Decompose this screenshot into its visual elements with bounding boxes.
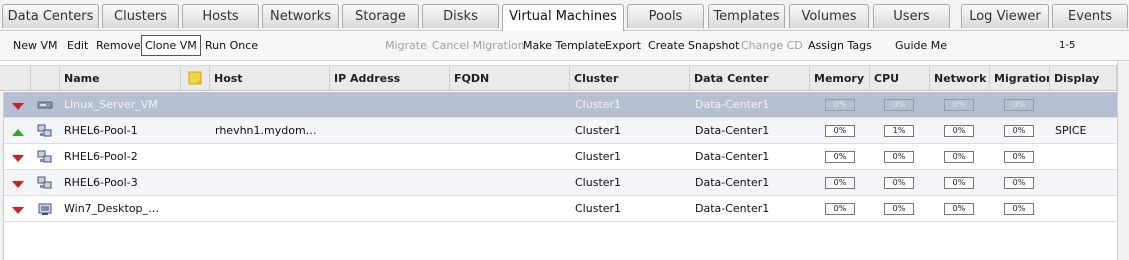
data-center-column-header[interactable]: Data Center	[690, 66, 810, 91]
tab-events[interactable]: Events	[1052, 4, 1128, 28]
tab-hosts[interactable]: Hosts	[182, 4, 259, 28]
data-center-cell: Data-Center1	[695, 124, 770, 137]
tab-networks[interactable]: Networks	[262, 4, 339, 28]
page-range: 1-5	[1059, 40, 1076, 51]
tab-virtual-machines[interactable]: Virtual Machines	[502, 4, 624, 31]
data-center-cell: Data-Center1	[695, 150, 770, 163]
fqdn-column-header[interactable]: FQDN	[450, 66, 570, 91]
cpu-column-header[interactable]: CPU	[870, 66, 930, 91]
network-usage-bar: 0%	[944, 177, 974, 189]
guide-me-button[interactable]: Guide Me	[895, 37, 947, 54]
name-column-header[interactable]: Name	[60, 66, 181, 91]
make-template-button[interactable]: Make Template	[523, 37, 606, 54]
table-row[interactable]: RHEL6-Pool-3 Cluster1 Data-Center1 0% 0% 0% 0%	[4, 170, 1117, 196]
host-cell: rhevhn1.mydom…	[215, 124, 317, 137]
migration-progress-bar: 0%	[1004, 203, 1034, 215]
run-once-button[interactable]: Run Once	[205, 37, 258, 54]
type-column-header[interactable]	[31, 66, 60, 91]
cluster-column-header[interactable]: Cluster	[570, 66, 690, 91]
ip-address-column-header[interactable]: IP Address	[330, 66, 450, 91]
cluster-cell: Cluster1	[575, 98, 622, 111]
display-column-header[interactable]: Display	[1050, 66, 1117, 91]
vm-table-header: Name Host IP Address FQDN Cluster Data C…	[0, 65, 1117, 91]
clone-vm-button[interactable]: Clone VM	[141, 35, 201, 56]
data-center-cell: Data-Center1	[695, 202, 770, 215]
memory-usage-bar: 0%	[825, 177, 855, 189]
memory-usage-bar: 0%	[825, 151, 855, 163]
cpu-usage-bar: 0%	[884, 177, 914, 189]
status-up-icon	[12, 129, 24, 136]
table-row[interactable]: RHEL6-Pool-1 rhevhn1.mydom… Cluster1 Data-C…	[4, 118, 1117, 144]
note-icon	[188, 71, 202, 85]
action-toolbar: New VM Edit Remove Clone VM Run Once Mig…	[0, 31, 1129, 86]
host-column-header[interactable]: Host	[210, 66, 330, 91]
desktop-vm-icon	[38, 203, 52, 215]
memory-usage-bar: 0%	[825, 125, 855, 137]
pool-vm-icon	[37, 176, 52, 189]
memory-column-header[interactable]: Memory	[810, 66, 870, 91]
status-down-icon	[12, 181, 24, 188]
tab-data-centers[interactable]: Data Centers	[2, 4, 99, 28]
status-down-icon	[12, 155, 24, 162]
migration-progress-bar: 0%	[1004, 125, 1034, 137]
server-vm-icon	[37, 101, 53, 109]
vm-name-cell: Win7_Desktop_…	[64, 202, 160, 215]
table-row[interactable]: Linux_Server_VM Cluster1 Data-Center1 0% 0% 0…	[4, 92, 1117, 118]
cpu-usage-bar: 0%	[884, 99, 914, 111]
data-center-cell: Data-Center1	[695, 98, 770, 111]
tab-storage[interactable]: Storage	[342, 4, 419, 28]
tab-clusters[interactable]: Clusters	[102, 4, 179, 28]
tab-templates[interactable]: Templates	[708, 4, 785, 28]
cluster-cell: Cluster1	[575, 176, 622, 189]
memory-usage-bar: 0%	[825, 99, 855, 111]
cluster-cell: Cluster1	[575, 202, 622, 215]
migration-progress-bar: 0%	[1004, 151, 1034, 163]
pool-vm-icon	[37, 150, 52, 163]
memory-usage-bar: 0%	[825, 203, 855, 215]
comment-column-header[interactable]	[181, 66, 210, 91]
tab-disks[interactable]: Disks	[422, 4, 499, 28]
tab-pools[interactable]: Pools	[627, 4, 704, 28]
pool-vm-icon	[37, 124, 52, 137]
edit-button[interactable]: Edit	[67, 37, 88, 54]
assign-tags-button[interactable]: Assign Tags	[808, 37, 872, 54]
tab-volumes[interactable]: Volumes	[789, 4, 869, 28]
vm-name-cell: Linux_Server_VM	[64, 98, 158, 111]
cpu-usage-bar: 0%	[884, 203, 914, 215]
network-usage-bar: 0%	[944, 99, 974, 111]
migration-progress-bar: 0%	[1004, 177, 1034, 189]
status-column-header[interactable]	[0, 66, 31, 91]
table-row[interactable]: Win7_Desktop_… Cluster1 Data-Center1 0% 0% 0%…	[4, 196, 1117, 222]
network-column-header[interactable]: Network	[930, 66, 990, 91]
create-snapshot-button[interactable]: Create Snapshot	[648, 37, 739, 54]
vm-name-cell: RHEL6-Pool-3	[64, 176, 138, 189]
migration-column-header[interactable]: Migration	[990, 66, 1050, 91]
cluster-cell: Cluster1	[575, 150, 622, 163]
cancel-migration-button[interactable]: Cancel Migration	[432, 37, 525, 54]
vertical-scrollbar[interactable]	[1117, 61, 1129, 260]
network-usage-bar: 0%	[944, 125, 974, 137]
main-tabs: Data Centers Clusters Hosts Networks Sto…	[0, 0, 1129, 31]
export-button[interactable]: Export	[605, 37, 641, 54]
network-usage-bar: 0%	[944, 151, 974, 163]
table-row[interactable]: RHEL6-Pool-2 Cluster1 Data-Center1 0% 0% 0% 0%	[4, 144, 1117, 170]
network-usage-bar: 0%	[944, 203, 974, 215]
cpu-usage-bar: 1%	[884, 125, 914, 137]
cpu-usage-bar: 0%	[884, 151, 914, 163]
vm-name-cell: RHEL6-Pool-2	[64, 150, 138, 163]
change-cd-button[interactable]: Change CD	[741, 37, 803, 54]
migration-progress-bar: 0%	[1004, 99, 1034, 111]
new-vm-button[interactable]: New VM	[13, 37, 58, 54]
display-cell: SPICE	[1055, 124, 1087, 137]
tab-log-viewer[interactable]: Log Viewer	[961, 4, 1049, 28]
tab-users[interactable]: Users	[873, 4, 950, 28]
status-down-icon	[12, 207, 24, 214]
migrate-button[interactable]: Migrate	[385, 37, 427, 54]
status-down-icon	[12, 103, 24, 110]
vm-name-cell: RHEL6-Pool-1	[64, 124, 138, 137]
remove-button[interactable]: Remove	[96, 37, 141, 54]
cluster-cell: Cluster1	[575, 124, 622, 137]
data-center-cell: Data-Center1	[695, 176, 770, 189]
